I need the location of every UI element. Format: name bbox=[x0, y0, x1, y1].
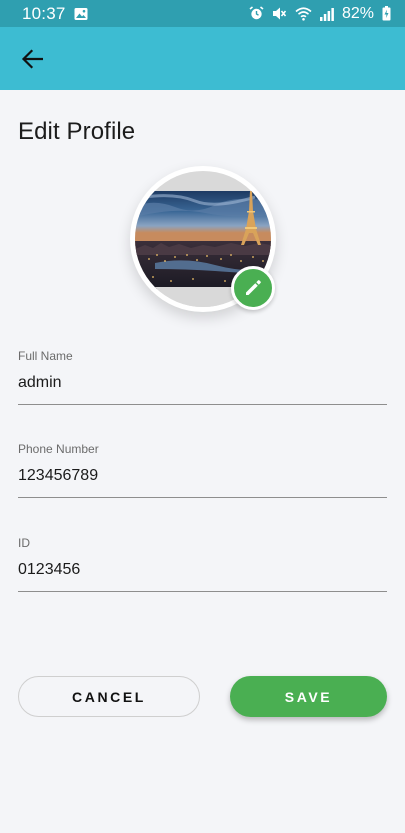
full-name-label: Full Name bbox=[18, 349, 73, 363]
pencil-icon bbox=[246, 280, 261, 295]
arrow-left-icon bbox=[21, 48, 43, 69]
battery-charging-icon bbox=[382, 6, 391, 21]
full-name-field: Full Name bbox=[18, 349, 387, 405]
status-right: 82% bbox=[249, 5, 391, 23]
wifi-icon bbox=[295, 6, 312, 21]
status-bar: 10:37 82% bbox=[0, 0, 405, 27]
full-name-input[interactable] bbox=[18, 372, 387, 405]
phone-number-input[interactable] bbox=[18, 465, 387, 498]
save-button[interactable]: SAVE bbox=[230, 676, 387, 717]
id-field: ID bbox=[18, 536, 387, 592]
page-title: Edit Profile bbox=[18, 118, 136, 145]
status-time: 10:37 bbox=[22, 3, 66, 23]
cancel-button[interactable]: CANCEL bbox=[18, 676, 200, 717]
mute-icon bbox=[272, 6, 287, 21]
phone-number-field: Phone Number bbox=[18, 442, 387, 498]
phone-number-label: Phone Number bbox=[18, 442, 99, 456]
profile-photo-section bbox=[130, 166, 276, 312]
signal-icon bbox=[319, 7, 334, 21]
image-icon bbox=[74, 7, 88, 21]
app-bar bbox=[0, 27, 405, 90]
id-input[interactable] bbox=[18, 559, 387, 592]
alarm-icon bbox=[249, 6, 264, 21]
id-label: ID bbox=[18, 536, 30, 550]
battery-percent: 82% bbox=[341, 4, 374, 22]
edit-photo-button[interactable] bbox=[231, 266, 275, 310]
status-left: 10:37 bbox=[22, 4, 88, 24]
back-button[interactable] bbox=[18, 45, 46, 73]
